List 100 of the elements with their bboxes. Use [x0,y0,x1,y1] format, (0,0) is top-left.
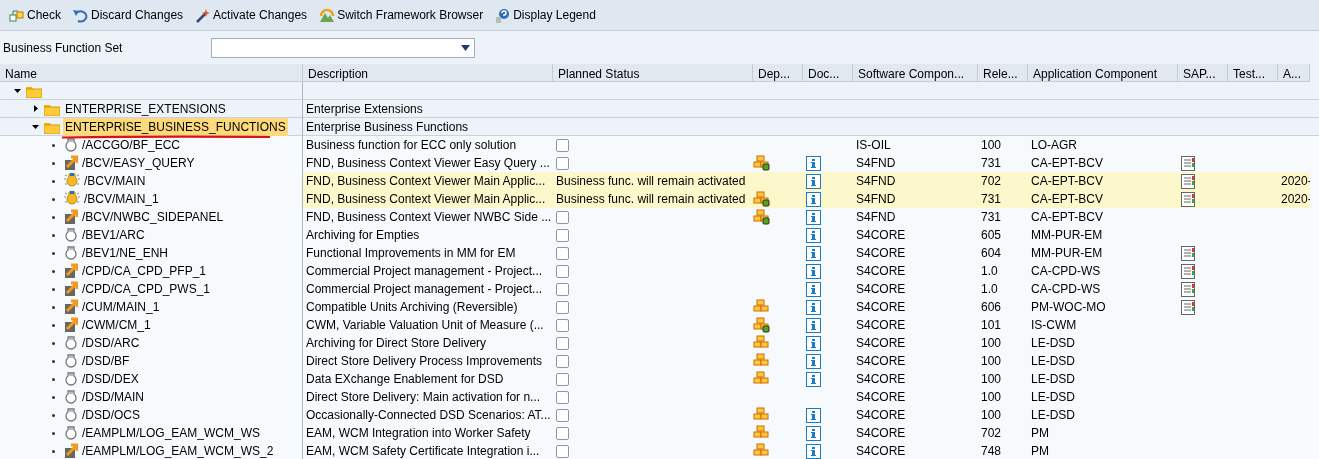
function-row[interactable]: /CPD/CA_CPD_PFP_1 Commercial Project management - Project... S4CORE 1.0 CA-CPD-WS [0,262,1319,280]
description-text: Business function for ECC only solution [306,137,517,154]
toolbar-button[interactable]: Discard Changes [67,0,190,31]
function-row[interactable]: /EAMPLM/LOG_EAM_WCM_WS_2 EAM, WCM Safety Certificate Integration i... S4CORE 748 PM [0,442,1319,459]
cell-text: 100 [981,371,1002,388]
function-name[interactable]: /DSD/ARC [82,334,140,352]
function-row[interactable]: /ACCGO/BF_ECC Business function for ECC only solution IS-OIL 100 LO-AGR [0,136,1319,154]
description-text: FND, Business Context Viewer Main Applic... [306,173,546,190]
function-row[interactable]: /CWM/CM_1 CWM, Variable Valuation Unit of Measure (... S4CORE 101 IS-CWM [0,316,1319,334]
description-text: FND, Business Context Viewer NWBC Side ... [306,209,552,226]
function-row[interactable]: /CUM/MAIN_1 Compatible Units Archiving (Reversible) S4CORE 606 PM-WOC-MO [0,298,1319,316]
description-text: Direct Store Delivery Process Improvements [306,353,543,370]
function-name[interactable]: /DSD/BF [82,352,130,370]
cell-text: S4CORE [856,299,906,316]
status-text: Business func. will remain activated [556,173,746,190]
cell-text: MM-PUR-EM [1031,245,1103,262]
function-row[interactable]: /BCV/NWBC_SIDEPANEL FND, Business Context Viewer NWBC Side ... S4FND 731 CA-EPT-BCV [0,208,1319,226]
cell-text: S4CORE [856,227,906,244]
cell-text: 748 [981,443,1002,459]
toolbar-button[interactable]: Switch Framework Browser [313,0,490,31]
cell-text: 605 [981,227,1002,244]
function-row[interactable]: /DSD/OCS Occasionally-Connected DSD Scenarios: AT... S4CORE 100 LE-DSD [0,406,1319,424]
description-text: Archiving for Empties [306,227,420,244]
cell-text: IS-CWM [1031,317,1077,334]
cell-text: S4CORE [856,389,906,406]
cell-text: LE-DSD [1031,335,1075,352]
cell-text: S4CORE [856,371,906,388]
cell-text: MM-PUR-EM [1031,227,1103,244]
cell-text: CA-EPT-BCV [1031,173,1103,190]
cell-text: 1.0 [981,263,998,280]
toolbar-button[interactable]: Display Legend [489,0,602,31]
description-text: EAM, WCM Integration into Worker Safety [306,425,531,442]
cell-text: 731 [981,155,1002,172]
field-label: Business Function Set [3,39,124,57]
cell-text: LE-DSD [1031,389,1075,406]
function-row[interactable]: /DSD/MAIN Direct Store Delivery: Main activation for n... S4CORE 100 LE-DSD [0,388,1319,406]
cell-text: S4CORE [856,443,906,459]
cell-text: 604 [981,245,1002,262]
function-row[interactable]: /DSD/DEX Data EXchange Enablement for DSD S4CORE 100 LE-DSD [0,370,1319,388]
toolbar-button[interactable]: Activate Changes [189,0,314,31]
function-name[interactable]: /CPD/CA_CPD_PWS_1 [82,280,211,298]
cell-text: 606 [981,299,1002,316]
cell-text: S4CORE [856,353,906,370]
function-name[interactable]: /BCV/MAIN [84,172,146,190]
cell-text: 100 [981,353,1002,370]
cell-text: LO-AGR [1031,137,1077,154]
cell-text: S4FND [856,209,896,226]
function-row[interactable]: /CPD/CA_CPD_PWS_1 Commercial Project management - Project... S4CORE 1.0 CA-CPD-WS [0,280,1319,298]
tree-node[interactable]: ENTERPRISE_EXTENSIONS [63,100,228,118]
function-name[interactable]: /BEV1/ARC [82,226,145,244]
tree-node[interactable]: ENTERPRISE_BUSINESS_FUNCTIONS [63,118,288,136]
function-name[interactable]: /CUM/MAIN_1 [82,298,160,316]
function-name[interactable]: /BCV/NWBC_SIDEPANEL [82,208,224,226]
cell-text: LE-DSD [1031,407,1075,424]
cell-text: S4FND [856,155,896,172]
function-name[interactable]: /BCV/EASY_QUERY [82,154,195,172]
cell-text: 1.0 [981,281,998,298]
description-text: FND, Business Context Viewer Easy Query ... [306,155,550,172]
function-name[interactable]: /BCV/MAIN_1 [84,190,159,208]
cell-text: 100 [981,137,1002,154]
cell-text: CA-CPD-WS [1031,281,1101,298]
cell-text: IS-OIL [856,137,891,154]
function-row[interactable]: /BCV/EASY_QUERY FND, Business Context Viewer Easy Query ... S4FND 731 CA-EPT-BCV [0,154,1319,172]
function-name[interactable]: /DSD/MAIN [82,388,144,406]
function-name[interactable]: /CWM/CM_1 [82,316,151,334]
function-row[interactable]: /DSD/BF Direct Store Delivery Process Improvements S4CORE 100 LE-DSD [0,352,1319,370]
description-text: Commercial Project management - Project... [306,263,543,280]
function-row[interactable]: /BEV1/NE_ENH Functional Improvements in MM for EM S4CORE 604 MM-PUR-EM [0,244,1319,262]
function-name[interactable]: /DSD/DEX [82,370,139,388]
cell-text: S4FND [856,191,896,208]
cell-text: 100 [981,335,1002,352]
cell-text: S4CORE [856,263,906,280]
cell-text: LE-DSD [1031,371,1075,388]
cell-text: PM [1031,425,1049,442]
description-text: Archiving for Direct Store Delivery [306,335,487,352]
function-name[interactable]: /ACCGO/BF_ECC [82,136,180,154]
cell-text: S4CORE [856,317,906,334]
cell-text: S4CORE [856,281,906,298]
status-text: Business func. will remain activated [556,191,746,208]
cell-text: 731 [981,209,1002,226]
cell-text: S4CORE [856,425,906,442]
cell-text: PM [1031,443,1049,459]
function-row[interactable]: /EAMPLM/LOG_EAM_WCM_WS EAM, WCM Integration into Worker Safety S4CORE 702 PM [0,424,1319,442]
function-name[interactable]: /EAMPLM/LOG_EAM_WCM_WS [82,424,261,442]
description-text: Commercial Project management - Project... [306,281,543,298]
cell-text: LE-DSD [1031,353,1075,370]
function-name[interactable]: /CPD/CA_CPD_PFP_1 [82,262,207,280]
function-row[interactable]: /DSD/ARC Archiving for Direct Store Delivery S4CORE 100 LE-DSD [0,334,1319,352]
function-name[interactable]: /BEV1/NE_ENH [82,244,169,262]
function-row[interactable]: /BEV1/ARC Archiving for Empties S4CORE 605 MM-PUR-EM [0,226,1319,244]
cell-text: 100 [981,389,1002,406]
cell-text: CA-EPT-BCV [1031,155,1103,172]
description-text: FND, Business Context Viewer Main Applic... [306,191,546,208]
cell-text: PM-WOC-MO [1031,299,1106,316]
function-name[interactable]: /EAMPLM/LOG_EAM_WCM_WS_2 [82,442,274,459]
function-name[interactable]: /DSD/OCS [82,406,140,424]
toolbar-button[interactable]: Check [3,0,67,31]
cell-text: S4CORE [856,245,906,262]
cell-text: 731 [981,191,1002,208]
description-text: Direct Store Delivery: Main activation for n... [306,389,541,406]
